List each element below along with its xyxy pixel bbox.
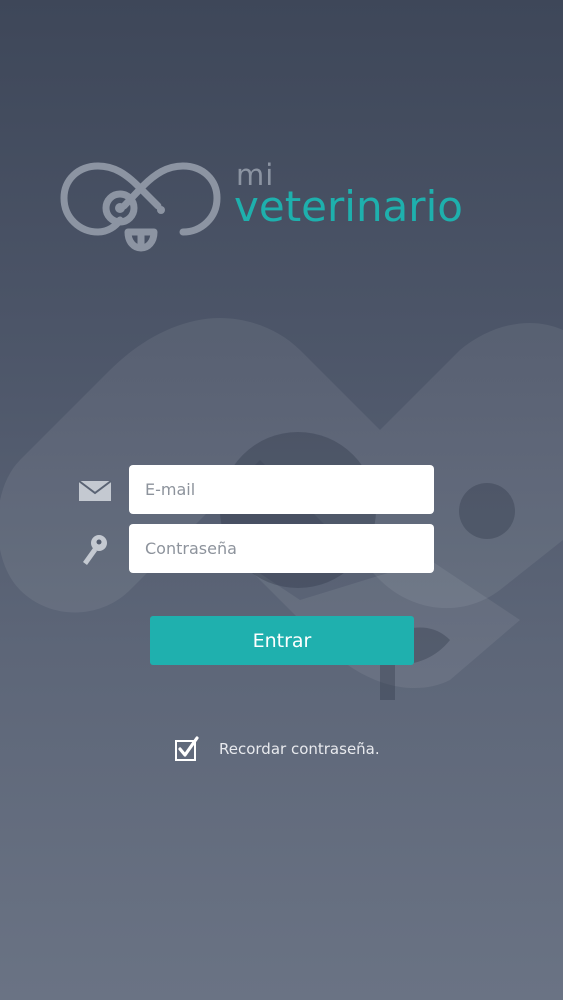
email-row xyxy=(0,465,563,515)
email-input[interactable] xyxy=(129,465,434,514)
password-input[interactable] xyxy=(129,524,434,573)
remember-password-toggle[interactable]: Recordar contraseña. xyxy=(174,734,434,766)
enter-button[interactable]: Entrar xyxy=(150,616,414,665)
logo-name: veterinario xyxy=(234,182,463,231)
key-icon xyxy=(83,535,107,565)
checkbox-checked-icon[interactable] xyxy=(174,736,200,762)
dog-face-icon xyxy=(60,162,221,252)
app-logo: mi veterinario xyxy=(58,158,508,255)
remember-password-label: Recordar contraseña. xyxy=(219,740,380,758)
password-row xyxy=(0,524,563,574)
envelope-icon xyxy=(78,480,112,501)
